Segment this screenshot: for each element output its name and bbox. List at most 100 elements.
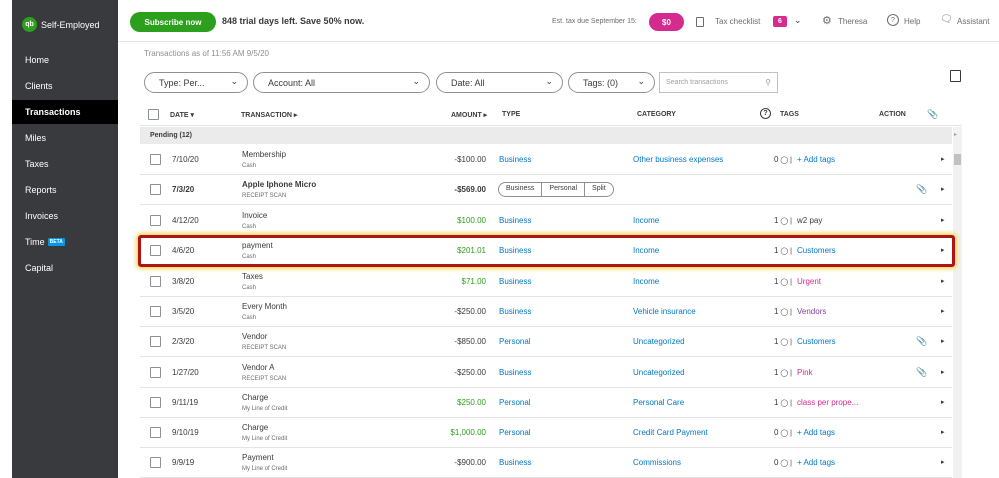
sidebar-item-taxes[interactable]: Taxes bbox=[12, 152, 118, 176]
table-row[interactable]: 7/3/20 Apple Iphone Micro RECEIPT SCAN -… bbox=[140, 175, 952, 205]
paperclip-icon[interactable]: 📎 bbox=[916, 336, 927, 347]
row-type[interactable]: Business bbox=[499, 216, 531, 225]
sidebar-item-clients[interactable]: Clients bbox=[12, 74, 118, 98]
row-type[interactable]: Business bbox=[499, 155, 531, 164]
select-all-checkbox[interactable] bbox=[148, 109, 159, 120]
type-segmented-control[interactable]: Business Personal Split bbox=[498, 182, 614, 197]
row-category[interactable]: Personal Care bbox=[633, 398, 684, 407]
table-row[interactable]: 9/10/19 Charge My Line of Credit $1,000.… bbox=[140, 418, 952, 448]
row-checkbox[interactable] bbox=[150, 457, 161, 468]
add-tags-link[interactable]: + Add tags bbox=[797, 155, 835, 164]
row-category[interactable]: Income bbox=[633, 216, 659, 225]
help-icon[interactable]: ? bbox=[760, 108, 771, 119]
column-date[interactable]: DATE ▾ bbox=[170, 111, 194, 119]
subscribe-button[interactable]: Subscribe now bbox=[130, 12, 216, 32]
expand-row-icon[interactable]: ▸ bbox=[941, 337, 945, 345]
sidebar-item-invoices[interactable]: Invoices bbox=[12, 204, 118, 228]
row-type[interactable]: Personal bbox=[499, 337, 531, 346]
chat-icon[interactable]: 🗨 bbox=[940, 14, 953, 25]
row-category[interactable]: Other business expenses bbox=[633, 155, 723, 164]
table-row[interactable]: 2/3/20 Vendor RECEIPT SCAN -$850.00 Pers… bbox=[140, 327, 952, 357]
search-input[interactable]: Search transactions ⚲ bbox=[659, 72, 778, 93]
help-link[interactable]: Help bbox=[904, 17, 920, 26]
row-category[interactable]: Uncategorized bbox=[633, 337, 685, 346]
expand-row-icon[interactable]: ▸ bbox=[941, 185, 945, 193]
table-row[interactable]: 9/9/19 Payment My Line of Credit -$900.0… bbox=[140, 448, 952, 478]
row-tag[interactable]: class per prope... bbox=[797, 398, 858, 407]
scroll-up-icon[interactable]: ▸ bbox=[954, 131, 957, 138]
help-icon[interactable]: ? bbox=[887, 14, 899, 26]
row-type[interactable]: Business bbox=[499, 277, 531, 286]
row-checkbox[interactable] bbox=[150, 397, 161, 408]
type-filter[interactable]: Type: Per... ⌄ bbox=[144, 72, 248, 93]
expand-row-icon[interactable]: ▸ bbox=[941, 216, 945, 224]
scrollbar-thumb[interactable] bbox=[954, 154, 961, 165]
row-checkbox[interactable] bbox=[150, 184, 161, 195]
row-category[interactable]: Uncategorized bbox=[633, 368, 685, 377]
sidebar-item-capital[interactable]: Capital bbox=[12, 256, 118, 280]
sidebar-item-time[interactable]: Time BETA bbox=[12, 230, 118, 254]
table-row[interactable]: 9/11/19 Charge My Line of Credit $250.00… bbox=[140, 388, 952, 418]
row-checkbox[interactable] bbox=[150, 154, 161, 165]
tags-filter[interactable]: Tags: (0) ⌄ bbox=[568, 72, 655, 93]
row-tag[interactable]: Pink bbox=[797, 368, 813, 377]
gear-icon[interactable]: ⚙ bbox=[822, 14, 832, 27]
table-row[interactable]: 4/12/20 Invoice Cash $100.00 Business In… bbox=[140, 206, 952, 236]
table-row[interactable]: 7/10/20 Membership Cash -$100.00 Busines… bbox=[140, 145, 952, 175]
row-type[interactable]: Business bbox=[499, 458, 531, 467]
table-row[interactable]: 3/5/20 Every Month Cash -$250.00 Busines… bbox=[140, 297, 952, 327]
row-category[interactable]: Vehicle insurance bbox=[633, 307, 696, 316]
row-category[interactable]: Credit Card Payment bbox=[633, 428, 708, 437]
row-checkbox[interactable] bbox=[150, 427, 161, 438]
row-type[interactable]: Business bbox=[499, 307, 531, 316]
expand-row-icon[interactable]: ▸ bbox=[941, 458, 945, 466]
row-tag[interactable]: Vendors bbox=[797, 307, 826, 316]
business-option[interactable]: Business bbox=[499, 183, 543, 196]
table-row[interactable]: 1/27/20 Vendor A RECEIPT SCAN -$250.00 B… bbox=[140, 358, 952, 388]
paperclip-icon[interactable]: 📎 bbox=[916, 367, 927, 378]
row-tag[interactable]: w2 pay bbox=[797, 216, 822, 225]
paperclip-icon[interactable]: 📎 bbox=[916, 184, 927, 195]
sidebar-item-transactions[interactable]: Transactions bbox=[12, 100, 118, 124]
sidebar-item-miles[interactable]: Miles bbox=[12, 126, 118, 150]
assistant-link[interactable]: Assistant bbox=[957, 17, 989, 26]
app-logo[interactable]: qb Self-Employed bbox=[22, 17, 100, 32]
sidebar-item-home[interactable]: Home bbox=[12, 48, 118, 72]
table-row[interactable]: 3/8/20 Taxes Cash $71.00 Business Income… bbox=[140, 267, 952, 297]
export-icon[interactable] bbox=[950, 70, 961, 82]
expand-row-icon[interactable]: ▸ bbox=[941, 368, 945, 376]
row-checkbox[interactable] bbox=[150, 336, 161, 347]
date-filter[interactable]: Date: All ⌄ bbox=[436, 72, 563, 93]
tax-checklist-link[interactable]: Tax checklist bbox=[715, 17, 760, 26]
personal-option[interactable]: Personal bbox=[542, 183, 586, 196]
expand-row-icon[interactable]: ▸ bbox=[941, 398, 945, 406]
row-type[interactable]: Personal bbox=[499, 428, 531, 437]
row-checkbox[interactable] bbox=[150, 367, 161, 378]
row-type[interactable]: Personal bbox=[499, 398, 531, 407]
expand-row-icon[interactable]: ▸ bbox=[941, 277, 945, 285]
row-category[interactable]: Commissions bbox=[633, 458, 681, 467]
row-checkbox[interactable] bbox=[150, 306, 161, 317]
row-type[interactable]: Business bbox=[499, 368, 531, 377]
row-tag[interactable]: Customers bbox=[797, 337, 836, 346]
add-tags-link[interactable]: + Add tags bbox=[797, 428, 835, 437]
user-menu[interactable]: Theresa bbox=[838, 17, 867, 26]
clipboard-icon[interactable] bbox=[696, 17, 704, 27]
scrollbar[interactable] bbox=[953, 127, 962, 478]
split-option[interactable]: Split bbox=[585, 183, 613, 196]
est-tax-label: Est. tax due September 15: bbox=[552, 18, 637, 25]
expand-row-icon[interactable]: ▸ bbox=[941, 428, 945, 436]
column-amount[interactable]: AMOUNT ▸ bbox=[451, 111, 487, 119]
expand-row-icon[interactable]: ▸ bbox=[941, 155, 945, 163]
add-tags-link[interactable]: + Add tags bbox=[797, 458, 835, 467]
account-filter[interactable]: Account: All ⌄ bbox=[253, 72, 430, 93]
row-checkbox[interactable] bbox=[150, 215, 161, 226]
row-checkbox[interactable] bbox=[150, 276, 161, 287]
expand-row-icon[interactable]: ▸ bbox=[941, 307, 945, 315]
chevron-down-icon[interactable]: ⌄ bbox=[794, 15, 802, 26]
est-tax-amount[interactable]: $0 bbox=[649, 13, 684, 31]
sidebar-item-reports[interactable]: Reports bbox=[12, 178, 118, 202]
column-transaction[interactable]: TRANSACTION ▸ bbox=[241, 111, 297, 119]
row-category[interactable]: Income bbox=[633, 277, 659, 286]
row-tag[interactable]: Urgent bbox=[797, 277, 821, 286]
